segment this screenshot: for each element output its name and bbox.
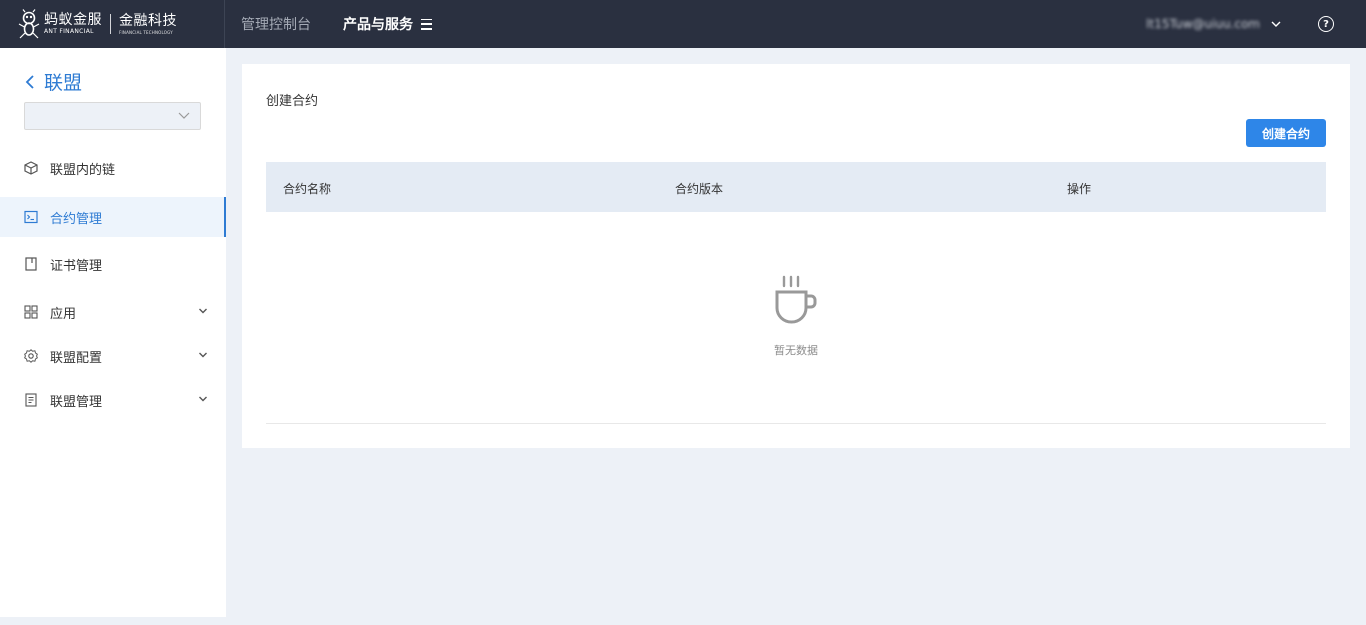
empty-state: 暂无数据 [266,214,1326,424]
cube-icon [24,161,38,175]
sidebar-item-alliance-config[interactable]: 联盟配置 [0,336,226,376]
sidebar-item-certificates[interactable]: 证书管理 [0,244,226,284]
user-email: lt15Tuw@uiuu.com [1146,17,1260,31]
alliance-select[interactable] [24,102,201,130]
help-icon[interactable]: ? [1318,16,1334,32]
list-icon [24,393,38,407]
logo-fintech-cn: 金融科技 [119,12,177,29]
column-header-actions: 操作 [1067,182,1092,196]
sidebar: 联盟 联盟内的链 合约管理 证书管理 应用 联盟配置 联盟管理 [0,48,226,617]
nav-products-label: 产品与服务 [343,17,413,33]
sidebar-item-label: 联盟内的链 [50,162,116,178]
coffee-cup-icon [775,275,817,324]
sidebar-item-label: 联盟管理 [50,394,103,410]
logo-ant-cn: 蚂蚁金服 [44,12,102,28]
ant-logo-icon [16,8,42,40]
empty-text: 暂无数据 [774,344,818,357]
column-header-name[interactable]: 合约名称 [283,180,331,197]
chevron-down-icon [199,396,207,402]
sidebar-item-label: 应用 [50,306,77,322]
menu-icon [421,18,432,30]
sidebar-item-chains[interactable]: 联盟内的链 [0,148,226,188]
grid-icon [24,305,38,319]
nav-console-link[interactable]: 管理控制台 [241,14,311,34]
document-icon [24,257,38,271]
sidebar-item-label: 合约管理 [50,211,103,227]
sidebar-item-label: 证书管理 [50,258,103,274]
logo-fintech-en: FINANCIAL TECHNOLOGY [119,29,173,35]
gear-icon [24,349,38,363]
column-header-version[interactable]: 合约版本 [675,180,723,197]
chevron-left-icon [25,74,34,89]
contracts-card: 创建合约 创建合约 合约名称 合约版本 操作 暂无数据 [242,64,1350,448]
table-header: 合约名称 合约版本 操作 [266,162,1326,212]
terminal-icon [24,210,38,224]
chevron-down-icon [1271,21,1281,27]
sidebar-item-apps[interactable]: 应用 [0,292,226,332]
back-link[interactable]: 联盟 [24,68,82,95]
logo-ant-en: ANT FINANCIAL [44,28,94,35]
chevron-down-icon [178,112,190,119]
nav-products-menu[interactable]: 产品与服务 [343,14,432,34]
sidebar-item-alliance-management[interactable]: 联盟管理 [0,380,226,420]
create-contract-button[interactable]: 创建合约 [1246,119,1326,147]
top-bar: 蚂蚁金服 ANT FINANCIAL 金融科技 FINANCIAL TECHNO… [0,0,1366,48]
logo[interactable]: 蚂蚁金服 ANT FINANCIAL 金融科技 FINANCIAL TECHNO… [0,0,225,48]
logo-divider [110,14,111,34]
back-label: 联盟 [44,72,83,94]
chevron-down-icon [199,308,207,314]
user-menu[interactable]: lt15Tuw@uiuu.com [1146,0,1282,48]
page-footer-strip [0,617,1366,625]
sidebar-item-label: 联盟配置 [50,350,103,366]
page-title: 创建合约 [266,94,319,109]
sidebar-item-contracts[interactable]: 合约管理 [0,197,226,237]
chevron-down-icon [199,352,207,358]
